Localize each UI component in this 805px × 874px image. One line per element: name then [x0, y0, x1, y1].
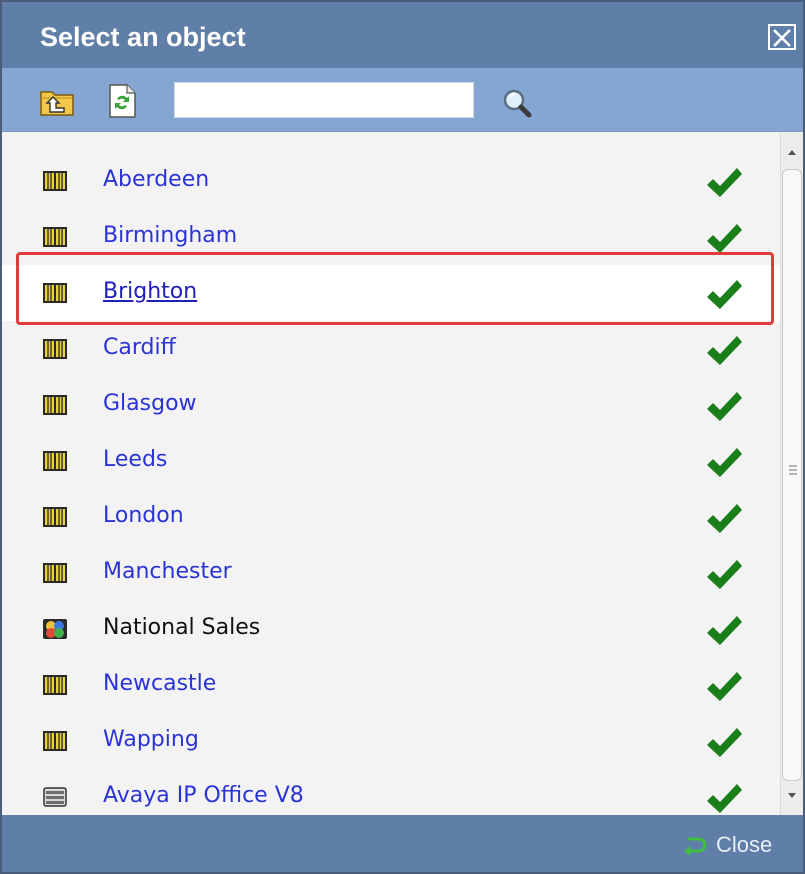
list-item-label[interactable]: Glasgow [103, 391, 197, 416]
close-button[interactable]: Close [682, 831, 772, 859]
close-button-label: Close [716, 832, 773, 857]
check-icon [704, 389, 744, 425]
select-object-dialog: Select an object Aberdeen Birmingham Bri… [0, 0, 805, 874]
list-item[interactable]: Avaya IP Office V8 [2, 769, 782, 815]
vertical-scrollbar[interactable] [780, 133, 803, 815]
site-icon [42, 338, 68, 360]
list-item-label[interactable]: Manchester [103, 559, 232, 584]
check-icon [704, 669, 744, 705]
list-item-label[interactable]: Aberdeen [103, 167, 209, 192]
list-item-label[interactable]: Avaya IP Office V8 [103, 783, 304, 808]
list-item-label[interactable]: National Sales [103, 615, 260, 640]
site-icon [42, 562, 68, 584]
dialog-titlebar: Select an object [2, 2, 803, 68]
list-item-label[interactable]: Wapping [103, 727, 199, 752]
list-item[interactable]: National Sales [2, 601, 782, 657]
site-icon [42, 394, 68, 416]
list-item[interactable]: Wapping [2, 713, 782, 769]
site-icon [42, 170, 68, 192]
check-icon [704, 445, 744, 481]
dialog-title: Select an object [40, 22, 246, 52]
dialog-toolbar [2, 68, 803, 132]
list-item[interactable]: Aberdeen [2, 153, 782, 209]
list-item[interactable]: Newcastle [2, 657, 782, 713]
list-item-label[interactable]: Leeds [103, 447, 167, 472]
search-input[interactable] [174, 82, 474, 118]
dialog-footer: Close [2, 815, 803, 872]
check-icon [704, 277, 744, 313]
group-icon [42, 618, 68, 640]
list-item-label[interactable]: Brighton [103, 279, 197, 304]
refresh-icon[interactable] [108, 84, 136, 118]
return-arrow-icon [684, 837, 707, 856]
check-icon [704, 501, 744, 537]
check-icon [704, 165, 744, 201]
list-item[interactable]: Glasgow [2, 377, 782, 433]
scroll-down-arrow-icon[interactable] [781, 781, 803, 815]
magnifier-icon[interactable] [502, 88, 532, 118]
check-icon [704, 557, 744, 593]
scroll-thumb[interactable] [782, 169, 802, 781]
list-item[interactable]: Leeds [2, 433, 782, 489]
list-item-label[interactable]: Newcastle [103, 671, 216, 696]
list-item[interactable]: Manchester [2, 545, 782, 601]
site-icon [42, 450, 68, 472]
site-icon [42, 506, 68, 528]
list-item-label[interactable]: London [103, 503, 184, 528]
pbx-device-icon [42, 786, 68, 808]
check-icon [704, 221, 744, 257]
list-item[interactable]: Birmingham [2, 209, 782, 265]
object-list: Aberdeen Birmingham Brighton Cardiff Glasgow… [2, 133, 803, 815]
check-icon [704, 333, 744, 369]
site-icon [42, 674, 68, 696]
list-item-label[interactable]: Birmingham [103, 223, 237, 248]
site-icon [42, 730, 68, 752]
site-icon [42, 282, 68, 304]
scroll-grip-icon [789, 465, 797, 475]
check-icon [704, 781, 744, 815]
scroll-up-arrow-icon[interactable] [781, 133, 803, 167]
list-item-label[interactable]: Cardiff [103, 335, 176, 360]
list-item[interactable]: Brighton [2, 265, 782, 321]
list-item[interactable]: Cardiff [2, 321, 782, 377]
check-icon [704, 725, 744, 761]
site-icon [42, 226, 68, 248]
folder-up-icon[interactable] [40, 86, 74, 116]
check-icon [704, 613, 744, 649]
list-item[interactable]: London [2, 489, 782, 545]
close-x-icon[interactable] [768, 24, 796, 50]
